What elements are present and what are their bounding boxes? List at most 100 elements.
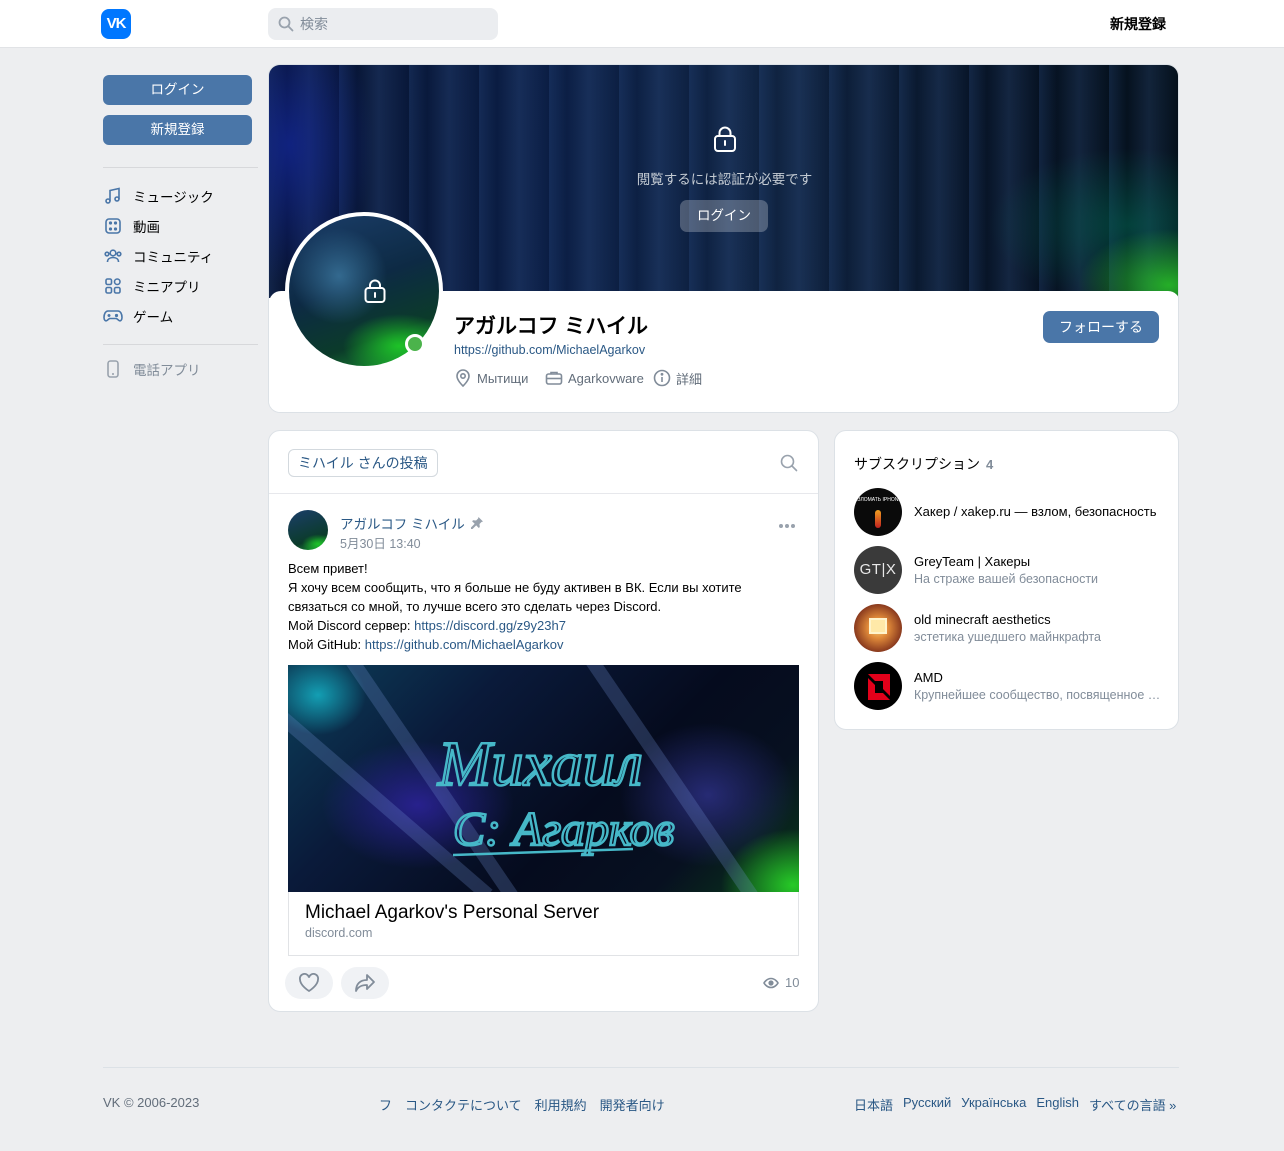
footer-copyright: VK © 2006-2023 xyxy=(103,1095,200,1110)
subscription-name: Хакер / xakep.ru — взлом, безопасность xyxy=(914,504,1157,519)
search-icon xyxy=(278,16,294,32)
subscription-avatar xyxy=(854,662,902,710)
github-link[interactable]: https://github.com/MichaelAgarkov xyxy=(365,637,564,652)
profile-location: Мытищи xyxy=(454,368,528,388)
lock-icon xyxy=(714,126,736,152)
link-domain: discord.com xyxy=(305,926,373,940)
subscription-desc: Крупнейшее сообщество, посвященное компа… xyxy=(914,688,1164,702)
sidebar-item-label: コミュニティ xyxy=(133,250,214,265)
language-link-ukrainian[interactable]: Українська xyxy=(961,1095,1026,1114)
tab-user-posts[interactable]: ミハイル さんの投稿 xyxy=(288,449,438,477)
subscription-avatar: ВЗЛОМАТЬ IPHONE xyxy=(854,488,902,536)
heart-icon xyxy=(299,973,319,993)
sidebar-item-label: ゲーム xyxy=(133,310,174,325)
wall-divider xyxy=(269,493,818,494)
sidebar-item-label: ミュージック xyxy=(133,190,214,205)
language-link-japanese[interactable]: 日本語 xyxy=(854,1095,893,1114)
sidebar-item-community[interactable]: コミュニティ xyxy=(103,241,258,271)
post-line: Всем привет! xyxy=(288,561,368,576)
post-text: Всем привет! Я хочу всем сообщить, что я… xyxy=(288,559,798,654)
cover-login-button[interactable]: ログイン xyxy=(680,200,768,232)
footer-link[interactable]: フ xyxy=(379,1095,392,1114)
sidebar-item-mini-apps[interactable]: ミニアプリ xyxy=(103,271,258,301)
post-date[interactable]: 5月30日 13:40 xyxy=(340,533,421,552)
subscriptions-count: 4 xyxy=(986,457,994,472)
profile-details[interactable]: 詳細 xyxy=(653,368,702,388)
share-icon xyxy=(355,974,375,992)
sidebar-item-label: 電話アプリ xyxy=(133,363,201,378)
link-preview-card[interactable]: Michael Agarkov's Personal Server discor… xyxy=(288,892,799,956)
post-author[interactable]: アガルコフ ミハイル xyxy=(340,513,484,533)
footer-languages: 日本語 Русский Українська English すべての言語 » xyxy=(854,1095,1176,1114)
community-icon xyxy=(103,246,123,266)
footer-link-terms[interactable]: 利用規約 xyxy=(535,1095,587,1114)
follow-button[interactable]: フォローする xyxy=(1043,311,1159,343)
subscription-desc: На страже вашей безопасности xyxy=(914,572,1099,586)
subscription-desc: эстетика ушедшего майнкрафта xyxy=(914,630,1101,644)
discord-prefix: Мой Discord сервер: xyxy=(288,618,415,633)
location-text: Мытищи xyxy=(477,370,529,386)
sidebar-item-label: 動画 xyxy=(133,220,160,235)
sidebar-item-phone-app[interactable]: 電話アプリ xyxy=(103,354,258,384)
language-link-all[interactable]: すべての言語 » xyxy=(1089,1095,1176,1114)
sidebar-item-games[interactable]: ゲーム xyxy=(103,301,258,331)
subscription-item[interactable]: old minecraft aesthetics эстетика ушедше… xyxy=(854,604,1164,652)
github-prefix: Мой GitHub: xyxy=(288,637,365,652)
subscription-avatar xyxy=(854,604,902,652)
post-line: Я хочу всем сообщить, что я больше не бу… xyxy=(288,580,742,595)
post-link-image[interactable]: Михаил С: Агарков xyxy=(288,665,799,892)
online-indicator xyxy=(405,334,425,354)
signature-line-1: Михаил xyxy=(437,728,643,799)
footer-link-about[interactable]: コンタクテについて xyxy=(405,1095,522,1114)
gamepad-icon xyxy=(103,306,123,326)
post-author-name: アガルコフ ミハイル xyxy=(340,517,465,532)
post-author-avatar[interactable] xyxy=(288,510,328,550)
views-counter: 10 xyxy=(763,975,799,990)
header-register-link[interactable]: 新規登録 xyxy=(1110,14,1166,34)
discord-link[interactable]: https://discord.gg/z9y23h7 xyxy=(414,618,566,633)
subscription-avatar-text: GT|X xyxy=(859,561,897,578)
language-link-russian[interactable]: Русский xyxy=(903,1095,951,1114)
subscription-item[interactable]: AMD Крупнейшее сообщество, посвященное к… xyxy=(854,662,1164,710)
profile-name: アガルコフ ミハイル xyxy=(454,315,648,338)
search-box[interactable] xyxy=(268,8,498,40)
music-icon xyxy=(103,186,123,206)
subscription-name: old minecraft aesthetics xyxy=(914,612,1051,627)
footer-link-developers[interactable]: 開発者向け xyxy=(600,1095,665,1114)
sidebar-item-music[interactable]: ミュージック xyxy=(103,181,258,211)
share-button[interactable] xyxy=(341,967,389,999)
subscription-item[interactable]: GT|X GreyTeam | Хакеры На страже вашей б… xyxy=(854,546,1164,594)
post-line: связаться со мной, то лучше всего это сд… xyxy=(288,599,662,614)
details-label: 詳細 xyxy=(676,371,703,387)
wall-search-icon[interactable] xyxy=(780,454,798,472)
footer-divider xyxy=(103,1067,1179,1068)
search-input[interactable] xyxy=(300,8,490,40)
mini-apps-icon xyxy=(103,276,123,296)
profile-website-link[interactable]: https://github.com/MichaelAgarkov xyxy=(454,343,645,357)
video-icon xyxy=(103,216,123,236)
register-button[interactable]: 新規登録 xyxy=(103,115,252,145)
sidebar-divider xyxy=(103,167,258,168)
signature-line-2: С: Агарков xyxy=(453,803,675,856)
work-text: Agarkovware xyxy=(568,370,644,386)
avatar-lock-icon xyxy=(364,279,386,303)
subscription-avatar-text: ВЗЛОМАТЬ IPHONE xyxy=(854,497,902,503)
amd-logo xyxy=(868,674,890,700)
subscription-item[interactable]: ВЗЛОМАТЬ IPHONE Хакер / xakep.ru — взлом… xyxy=(854,488,1164,536)
subscriptions-card: サブスクリプション 4 ВЗЛОМАТЬ IPHONE Хакер / xakep… xyxy=(834,430,1179,730)
sidebar-item-video[interactable]: 動画 xyxy=(103,211,258,241)
footer-nav: フ コンタクテについて 利用規約 開発者向け xyxy=(379,1095,665,1114)
post-line: Мой Discord сервер: https://discord.gg/z… xyxy=(288,616,798,635)
post-line: Мой GitHub: https://github.com/MichaelAg… xyxy=(288,635,798,654)
more-options-icon[interactable] xyxy=(778,523,796,529)
login-button[interactable]: ログイン xyxy=(103,75,252,105)
top-bar: VK 新規登録 xyxy=(0,0,1284,48)
location-pin-icon xyxy=(456,369,470,388)
subscriptions-header[interactable]: サブスクリプション 4 xyxy=(854,454,993,474)
subscription-name: AMD xyxy=(914,670,943,685)
phone-icon xyxy=(103,359,123,379)
language-link-english[interactable]: English xyxy=(1036,1095,1079,1114)
like-button[interactable] xyxy=(285,967,333,999)
vk-logo[interactable]: VK xyxy=(101,9,131,39)
auth-required-text: 閲覧するには認証が必要です xyxy=(636,172,813,187)
